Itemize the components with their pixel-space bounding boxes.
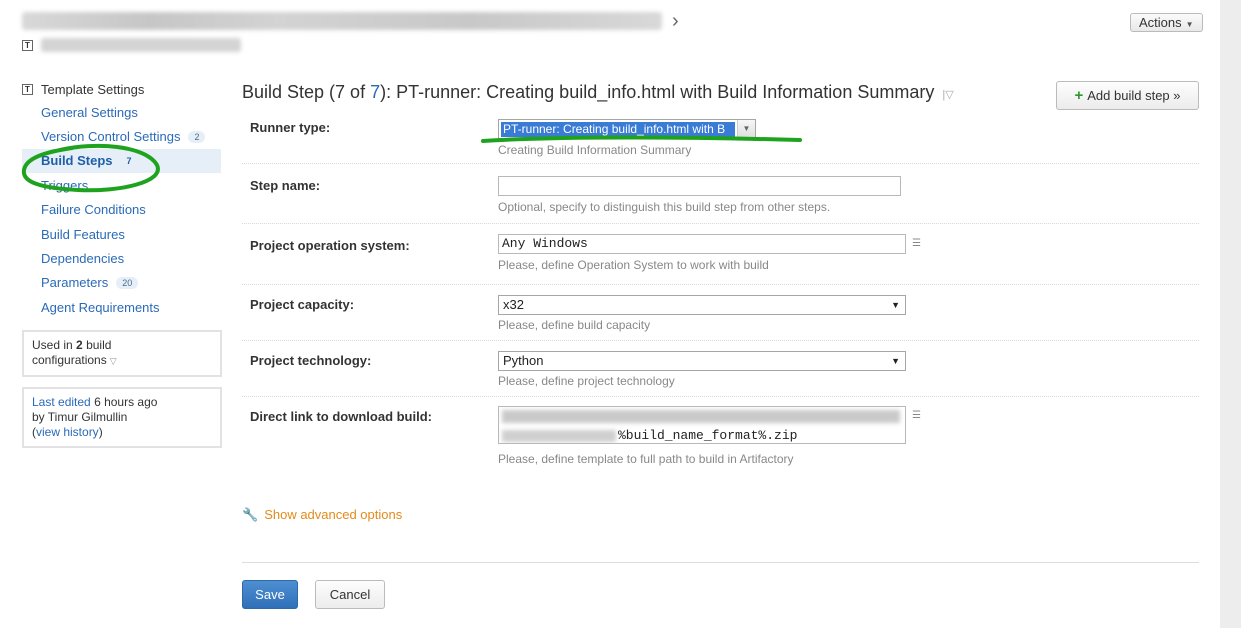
row-capacity: Project capacity: x32 ▼ Please, define bu… xyxy=(242,285,1199,341)
divider xyxy=(242,562,1199,563)
title-dropdown-icon[interactable]: |▽ xyxy=(942,89,953,101)
step-name-label: Step name: xyxy=(250,178,321,193)
technology-hint: Please, define project technology xyxy=(498,374,675,388)
parameter-picker-icon[interactable]: ☰ xyxy=(912,238,921,249)
blurred-url xyxy=(502,410,900,423)
row-os: Project operation system: Any Windows ☰ … xyxy=(242,224,1199,285)
sidebar-item-general-settings[interactable]: General Settings xyxy=(22,100,222,124)
step-name-input[interactable] xyxy=(498,176,901,196)
technology-select[interactable]: Python ▼ xyxy=(498,351,906,371)
show-advanced-options-link[interactable]: 🔧 Show advanced options xyxy=(242,507,402,523)
last-edited-box: Last edited 6 hours ago by Timur Gilmull… xyxy=(22,386,222,448)
runner-type-value: PT-runner: Creating build_info.html with… xyxy=(501,122,735,137)
parameter-picker-icon[interactable]: ☰ xyxy=(912,410,921,421)
download-link-tail: %build_name_format%.zip xyxy=(618,428,798,443)
capacity-hint: Please, define build capacity xyxy=(498,318,651,332)
count-badge: 7 xyxy=(126,155,132,166)
sidebar-item-failure-conditions[interactable]: Failure Conditions xyxy=(22,198,222,222)
chevron-down-icon: ▼ xyxy=(891,356,900,366)
actions-button[interactable]: Actions ▼ xyxy=(1130,13,1203,32)
save-button[interactable]: Save xyxy=(242,580,298,609)
template-name: T xyxy=(22,38,241,52)
caret-down-icon: ▼ xyxy=(1185,20,1194,29)
cancel-button[interactable]: Cancel xyxy=(315,580,385,609)
runner-type-hint: Creating Build Information Summary xyxy=(498,143,692,157)
runner-type-select[interactable]: PT-runner: Creating build_info.html with… xyxy=(498,119,756,139)
sidebar-item-agent-requirements[interactable]: Agent Requirements xyxy=(22,295,222,319)
template-name-blurred xyxy=(41,38,241,52)
template-icon: T xyxy=(22,83,33,95)
sidebar-item-build-features[interactable]: Build Features xyxy=(22,222,222,246)
dropdown-icon[interactable]: ▽ xyxy=(110,354,117,369)
sidebar-item-dependencies[interactable]: Dependencies xyxy=(22,246,222,270)
template-icon: T xyxy=(22,39,33,51)
used-in-box[interactable]: Used in 2 build configurations ▽ xyxy=(22,329,222,377)
download-link-hint: Please, define template to full path to … xyxy=(498,452,794,466)
plus-icon: + xyxy=(1074,87,1084,104)
page-edge xyxy=(1220,0,1241,628)
sidebar-item-parameters[interactable]: Parameters 20 xyxy=(22,271,222,295)
technology-label: Project technology: xyxy=(250,353,372,368)
add-build-step-button[interactable]: + Add build step » xyxy=(1056,81,1199,110)
breadcrumb-blurred[interactable] xyxy=(22,12,662,30)
row-technology: Project technology: Python ▼ Please, defi… xyxy=(242,341,1199,397)
capacity-label: Project capacity: xyxy=(250,297,355,312)
total-steps-link[interactable]: 7 xyxy=(370,82,380,102)
download-link-textarea[interactable]: %build_name_format%.zip xyxy=(498,406,906,444)
blurred-url xyxy=(502,429,616,442)
sidebar-item-triggers[interactable]: Triggers xyxy=(22,173,222,197)
os-hint: Please, define Operation System to work … xyxy=(498,258,769,272)
row-download-link: Direct link to download build: %build_na… xyxy=(242,397,1199,477)
count-badge: 2 xyxy=(188,130,206,143)
chevron-down-icon: ▼ xyxy=(891,300,900,310)
wrench-icon: 🔧 xyxy=(242,507,259,522)
runner-type-label: Runner type: xyxy=(250,120,331,135)
sidebar-item-version-control[interactable]: Version Control Settings 2 xyxy=(22,124,222,148)
row-runner-type: Runner type: PT-runner: Creating build_i… xyxy=(242,110,1199,164)
sidebar-item-build-steps[interactable]: Build Steps 7 xyxy=(22,148,221,174)
breadcrumb[interactable]: › xyxy=(22,11,679,31)
last-edited-link[interactable]: Last edited xyxy=(32,395,91,409)
actions-label: Actions xyxy=(1139,15,1182,30)
os-input[interactable]: Any Windows xyxy=(498,234,906,254)
chevron-down-icon[interactable]: ▼ xyxy=(737,120,755,138)
view-history-link[interactable]: view history xyxy=(36,425,99,439)
sidebar: T Template Settings General Settings Ver… xyxy=(22,80,222,448)
step-name-hint: Optional, specify to distinguish this bu… xyxy=(498,200,831,214)
sidebar-title: T Template Settings xyxy=(22,80,222,98)
download-link-label: Direct link to download build: xyxy=(250,409,432,424)
chevron-right-icon[interactable]: › xyxy=(672,11,679,31)
os-label: Project operation system: xyxy=(250,238,410,253)
main-content: Build Step (7 of 7): PT-runner: Creating… xyxy=(242,80,1200,609)
row-step-name: Step name: Optional, specify to distingu… xyxy=(242,164,1199,224)
count-badge: 20 xyxy=(116,276,139,289)
capacity-select[interactable]: x32 ▼ xyxy=(498,295,906,315)
